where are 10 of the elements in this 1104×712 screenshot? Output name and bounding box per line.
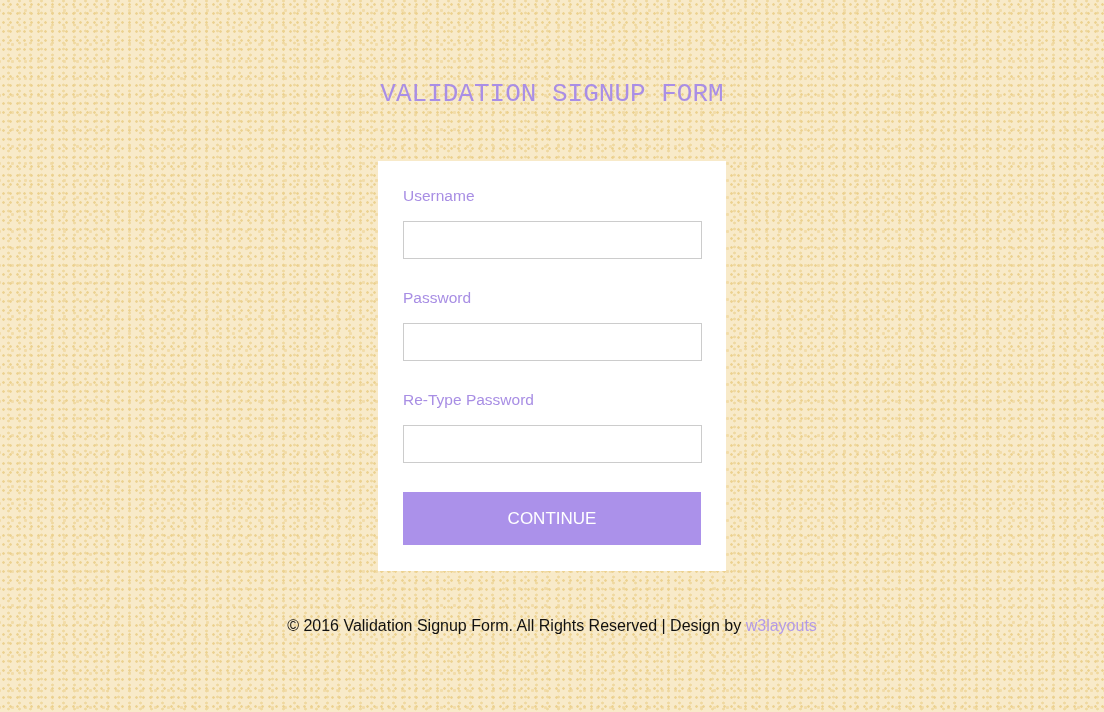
continue-button[interactable]: CONTINUE: [403, 492, 701, 545]
page-title: VALIDATION SIGNUP FORM: [380, 78, 724, 110]
field-label: Username: [403, 186, 475, 206]
field-label: Re-Type Password: [403, 390, 534, 410]
copyright-text: © 2016 Validation Signup Form. All Rights Reserved | Design by w3layouts: [287, 616, 817, 636]
input-field[interactable]: [403, 221, 702, 259]
designer-link[interactable]: w3layouts: [745, 617, 817, 634]
input-field[interactable]: [403, 425, 702, 463]
input-field[interactable]: [403, 323, 702, 361]
field-label: Password: [403, 288, 472, 308]
